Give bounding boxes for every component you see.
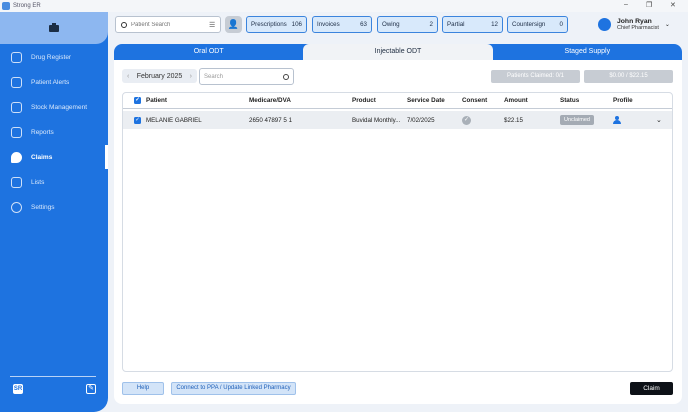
medicare-number: 2650 47897 5 1 [249,116,293,124]
sidebar-item-stock-management[interactable]: Stock Management [0,97,108,117]
edit-icon[interactable]: ✎ [86,384,96,394]
add-patient-button[interactable]: 👤 [225,16,242,33]
chip-label: Countersign [512,21,546,28]
sidebar: Drug Register Patient Alerts Stock Manag… [0,12,108,412]
brand-logo: SR [13,384,23,394]
help-button[interactable]: Help [122,382,164,395]
profile-icon[interactable] [613,116,621,124]
product-name: Buvidal Monthly... [352,116,401,124]
claims-search[interactable]: Search [199,68,294,85]
connect-ppa-button[interactable]: Connect to PPA / Update Linked Pharmacy [171,382,296,395]
user-name: John Ryan [617,18,652,25]
minimize-button[interactable]: – [624,1,628,8]
claim-button[interactable]: Claim [630,382,673,395]
amount-summary-button[interactable]: $0.00 / $22.15 [584,70,673,83]
next-month-icon[interactable]: › [190,73,192,80]
patient-search-input[interactable] [131,21,209,28]
tab-oral-odt[interactable]: Oral ODT [114,44,303,60]
service-date: 7/02/2025 [407,116,435,124]
list-icon [11,176,22,188]
sidebar-item-label: Stock Management [31,103,88,111]
column-consent[interactable]: Consent [462,93,487,108]
amount: $22.15 [504,116,523,124]
chip-count: 0 [559,21,563,28]
sidebar-item-lists[interactable]: Lists [0,172,108,192]
camera-icon[interactable] [49,22,59,32]
column-service-date[interactable]: Service Date [407,93,445,108]
shield-check-icon [11,151,22,163]
user-role: Chief Pharmacist [617,25,659,31]
claims-tabs: Oral ODT Injectable ODT Staged Supply [114,44,682,60]
bell-icon [11,76,22,88]
sidebar-item-reports[interactable]: Reports [0,122,108,142]
close-button[interactable]: ✕ [670,1,676,9]
row-checkbox[interactable]: ✓ [134,116,141,124]
sidebar-item-label: Claims [31,153,53,161]
gear-icon [11,201,22,213]
avatar [598,18,611,31]
chip-label: Prescriptions [251,21,287,28]
column-profile[interactable]: Profile [613,93,633,108]
column-amount[interactable]: Amount [504,93,528,108]
maximize-button[interactable]: ❐ [646,1,652,9]
title-bar: Strong ER – ❐ ✕ [0,0,688,12]
column-status[interactable]: Status [560,93,579,108]
sidebar-item-drug-register[interactable]: Drug Register [0,47,108,67]
column-patient[interactable]: Patient [146,93,167,108]
partial-chip[interactable]: Partial 12 [442,16,503,33]
select-all-checkbox[interactable]: ✓ [134,97,141,104]
patients-claimed-button[interactable]: Patients Claimed: 0/1 [491,70,580,83]
expand-chevron-icon[interactable]: ⌄ [656,111,662,129]
patient-name: MELANIE GABRIEL [146,116,202,124]
sidebar-item-settings[interactable]: Settings [0,197,108,217]
sidebar-item-label: Settings [31,203,55,211]
window-title: Strong ER [13,3,41,9]
table-header: ✓ Patient Medicare/DVA Product Service D… [123,93,672,109]
chip-label: Invoices [317,21,340,28]
sidebar-divider [10,376,96,377]
prev-month-icon[interactable]: ‹ [127,73,129,80]
claims-panel: Oral ODT Injectable ODT Staged Supply ‹ … [114,44,682,404]
chip-label: Owing [382,21,400,28]
countersign-chip[interactable]: Countersign 0 [507,16,568,33]
search-icon [283,73,289,80]
sidebar-item-label: Reports [31,128,54,136]
prescriptions-chip[interactable]: Prescriptions 106 [246,16,307,33]
patient-search[interactable]: ☰ [115,16,221,33]
owing-chip[interactable]: Owing 2 [377,16,438,33]
sidebar-item-label: Lists [31,178,45,186]
chip-count: 2 [429,21,433,28]
sidebar-header [0,12,108,44]
user-menu[interactable]: John Ryan Chief Pharmacist ⌄ [598,16,680,33]
app-logo-icon [2,2,10,10]
sidebar-item-label: Drug Register [31,53,72,61]
search-icon [121,21,127,28]
status-badge: Unclaimed [560,115,594,125]
sidebar-item-patient-alerts[interactable]: Patient Alerts [0,72,108,92]
tab-staged-supply[interactable]: Staged Supply [493,44,682,60]
invoices-chip[interactable]: Invoices 63 [312,16,372,33]
chip-label: Partial [447,21,465,28]
chip-count: 63 [360,21,367,28]
tab-injectable-odt[interactable]: Injectable ODT [303,44,493,60]
sidebar-item-label: Patient Alerts [31,78,70,86]
column-product[interactable]: Product [352,93,376,108]
chevron-down-icon[interactable]: ⌄ [665,21,670,28]
active-indicator [105,145,108,169]
box-icon [11,101,22,113]
chip-count: 12 [491,21,498,28]
filter-icon[interactable]: ☰ [209,21,215,29]
claims-table: ✓ Patient Medicare/DVA Product Service D… [122,92,673,372]
check-circle-icon[interactable]: ✓ [462,115,471,125]
chart-icon [11,126,22,138]
drug-register-icon [11,51,22,63]
add-user-icon: 👤 [227,19,240,29]
sidebar-item-claims[interactable]: Claims [0,145,108,169]
chip-count: 106 [291,21,302,28]
claims-search-placeholder: Search [204,73,224,80]
month-label: February 2025 [136,72,183,80]
month-selector: ‹ February 2025 › [122,69,197,83]
table-row[interactable]: ✓ MELANIE GABRIEL 2650 47897 5 1 Buvidal… [123,111,672,129]
column-medicare[interactable]: Medicare/DVA [249,93,291,108]
